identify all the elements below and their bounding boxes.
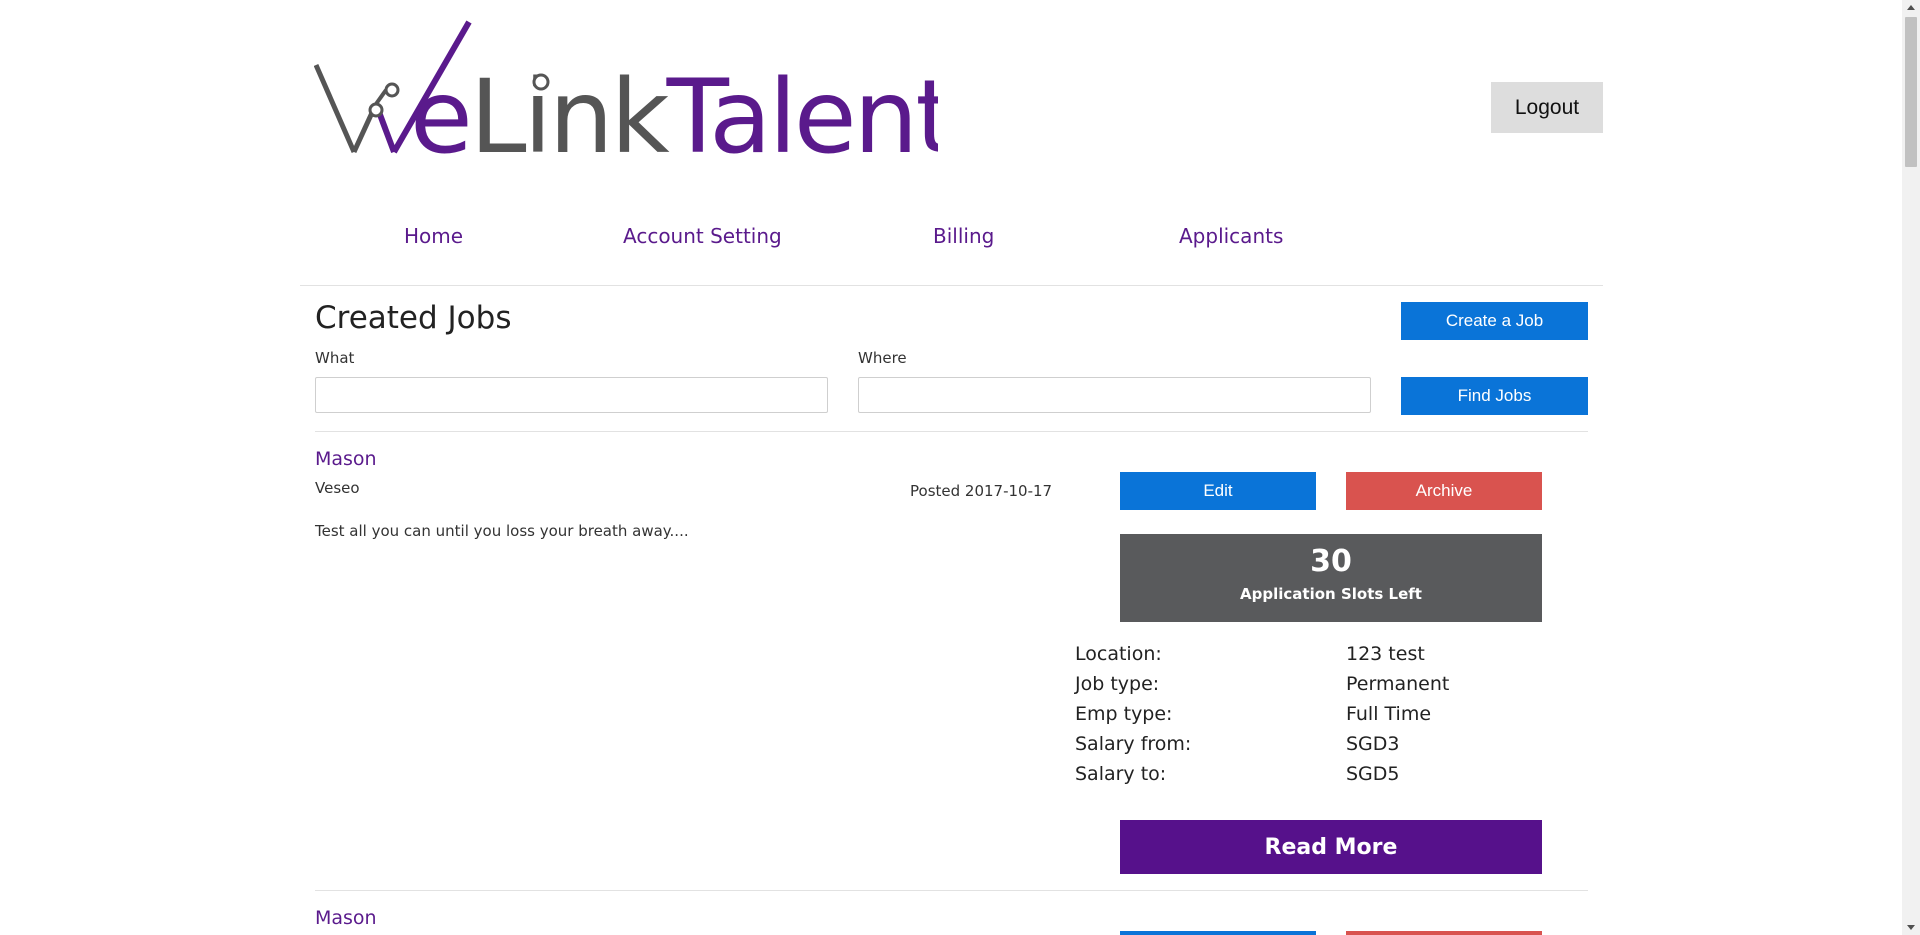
job-title[interactable]: Mason <box>315 448 377 470</box>
detail-label: Salary from: <box>1075 733 1192 755</box>
find-jobs-button[interactable]: Find Jobs <box>1401 377 1588 415</box>
detail-value: SGD5 <box>1346 763 1400 785</box>
scroll-down-icon[interactable] <box>1907 925 1915 930</box>
scroll-up-icon[interactable] <box>1907 5 1915 10</box>
detail-value: SGD3 <box>1346 733 1400 755</box>
job-details: Location: 123 test Job type: Permanent E… <box>1075 643 1555 793</box>
create-job-button[interactable]: Create a Job <box>1401 302 1588 340</box>
detail-value: Permanent <box>1346 673 1450 695</box>
detail-value: 123 test <box>1346 643 1425 665</box>
welinktalent-logo[interactable]: eLinkTalent <box>314 20 938 160</box>
application-slots-box: 30 Application Slots Left <box>1120 534 1542 622</box>
detail-row-salary-from: Salary from: SGD3 <box>1075 733 1555 763</box>
detail-value: Full Time <box>1346 703 1432 725</box>
read-more-button[interactable]: Read More <box>1120 820 1542 874</box>
where-input[interactable] <box>858 377 1371 413</box>
divider <box>315 431 1588 432</box>
nav-billing[interactable]: Billing <box>933 224 994 248</box>
detail-row-location: Location: 123 test <box>1075 643 1555 673</box>
nav-account-setting[interactable]: Account Setting <box>623 224 782 248</box>
job-posted-date: Posted 2017-10-17 <box>910 482 1053 500</box>
main-nav: Home Account Setting Billing Applicants <box>300 210 1603 286</box>
job-description: Test all you can until you loss your bre… <box>315 522 689 540</box>
vertical-scrollbar[interactable] <box>1902 0 1920 935</box>
detail-label: Job type: <box>1075 673 1160 695</box>
where-label: Where <box>858 349 907 367</box>
detail-label: Salary to: <box>1075 763 1167 785</box>
slots-count: 30 <box>1310 544 1352 579</box>
nav-applicants[interactable]: Applicants <box>1179 224 1283 248</box>
svg-text:eLinkTalent: eLinkTalent <box>410 58 938 160</box>
what-label: What <box>315 349 355 367</box>
job-title[interactable]: Mason <box>315 907 377 929</box>
page-title: Created Jobs <box>315 300 512 336</box>
page-container: eLinkTalent Logout Home Account Setting … <box>300 0 1603 935</box>
edit-job-button[interactable]: Edit <box>1120 472 1316 510</box>
slots-label: Application Slots Left <box>1240 585 1422 603</box>
archive-job-button[interactable]: Archive <box>1346 472 1542 510</box>
detail-row-job-type: Job type: Permanent <box>1075 673 1555 703</box>
logout-button[interactable]: Logout <box>1491 82 1603 133</box>
detail-row-emp-type: Emp type: Full Time <box>1075 703 1555 733</box>
detail-label: Location: <box>1075 643 1162 665</box>
nav-home[interactable]: Home <box>404 224 463 248</box>
divider <box>315 890 1588 891</box>
job-company: Veseo <box>315 479 360 497</box>
detail-row-salary-to: Salary to: SGD5 <box>1075 763 1555 793</box>
detail-label: Emp type: <box>1075 703 1173 725</box>
archive-job-button[interactable] <box>1346 931 1542 935</box>
scrollbar-thumb[interactable] <box>1905 17 1917 167</box>
edit-job-button[interactable] <box>1120 931 1316 935</box>
what-input[interactable] <box>315 377 828 413</box>
